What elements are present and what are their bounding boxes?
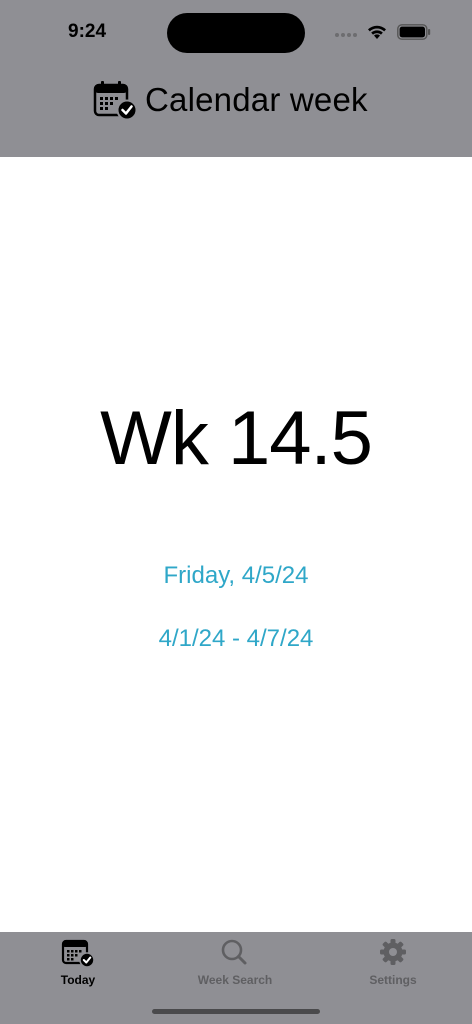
calendar-check-icon <box>61 939 95 968</box>
today-date-link[interactable]: Friday, 4/5/24 <box>0 562 472 590</box>
magnifier-icon <box>221 939 247 965</box>
status-time: 9:24 <box>68 21 107 42</box>
gear-icon <box>380 939 406 965</box>
cellular-signal-icon <box>335 30 361 38</box>
nav-title: Calendar week <box>93 78 368 122</box>
calendar-check-icon <box>93 81 137 120</box>
nav-title-text: Calendar week <box>145 81 368 118</box>
tab-week-search-label: Week Search <box>197 973 273 987</box>
tab-today[interactable]: Today <box>18 938 138 990</box>
week-number: Wk 14.5 <box>100 396 373 481</box>
home-indicator[interactable] <box>152 1009 320 1014</box>
tab-settings[interactable]: Settings <box>333 938 453 990</box>
wifi-icon <box>368 25 386 39</box>
tab-settings-label: Settings <box>369 973 417 987</box>
battery-icon <box>397 24 431 40</box>
app-header: 9:24 Calendar week <box>0 0 472 157</box>
week-range-link[interactable]: 4/1/24 - 4/7/24 <box>0 625 472 653</box>
tab-week-search[interactable]: Week Search <box>175 938 295 990</box>
dynamic-island <box>167 13 305 53</box>
tab-today-label: Today <box>60 973 96 987</box>
